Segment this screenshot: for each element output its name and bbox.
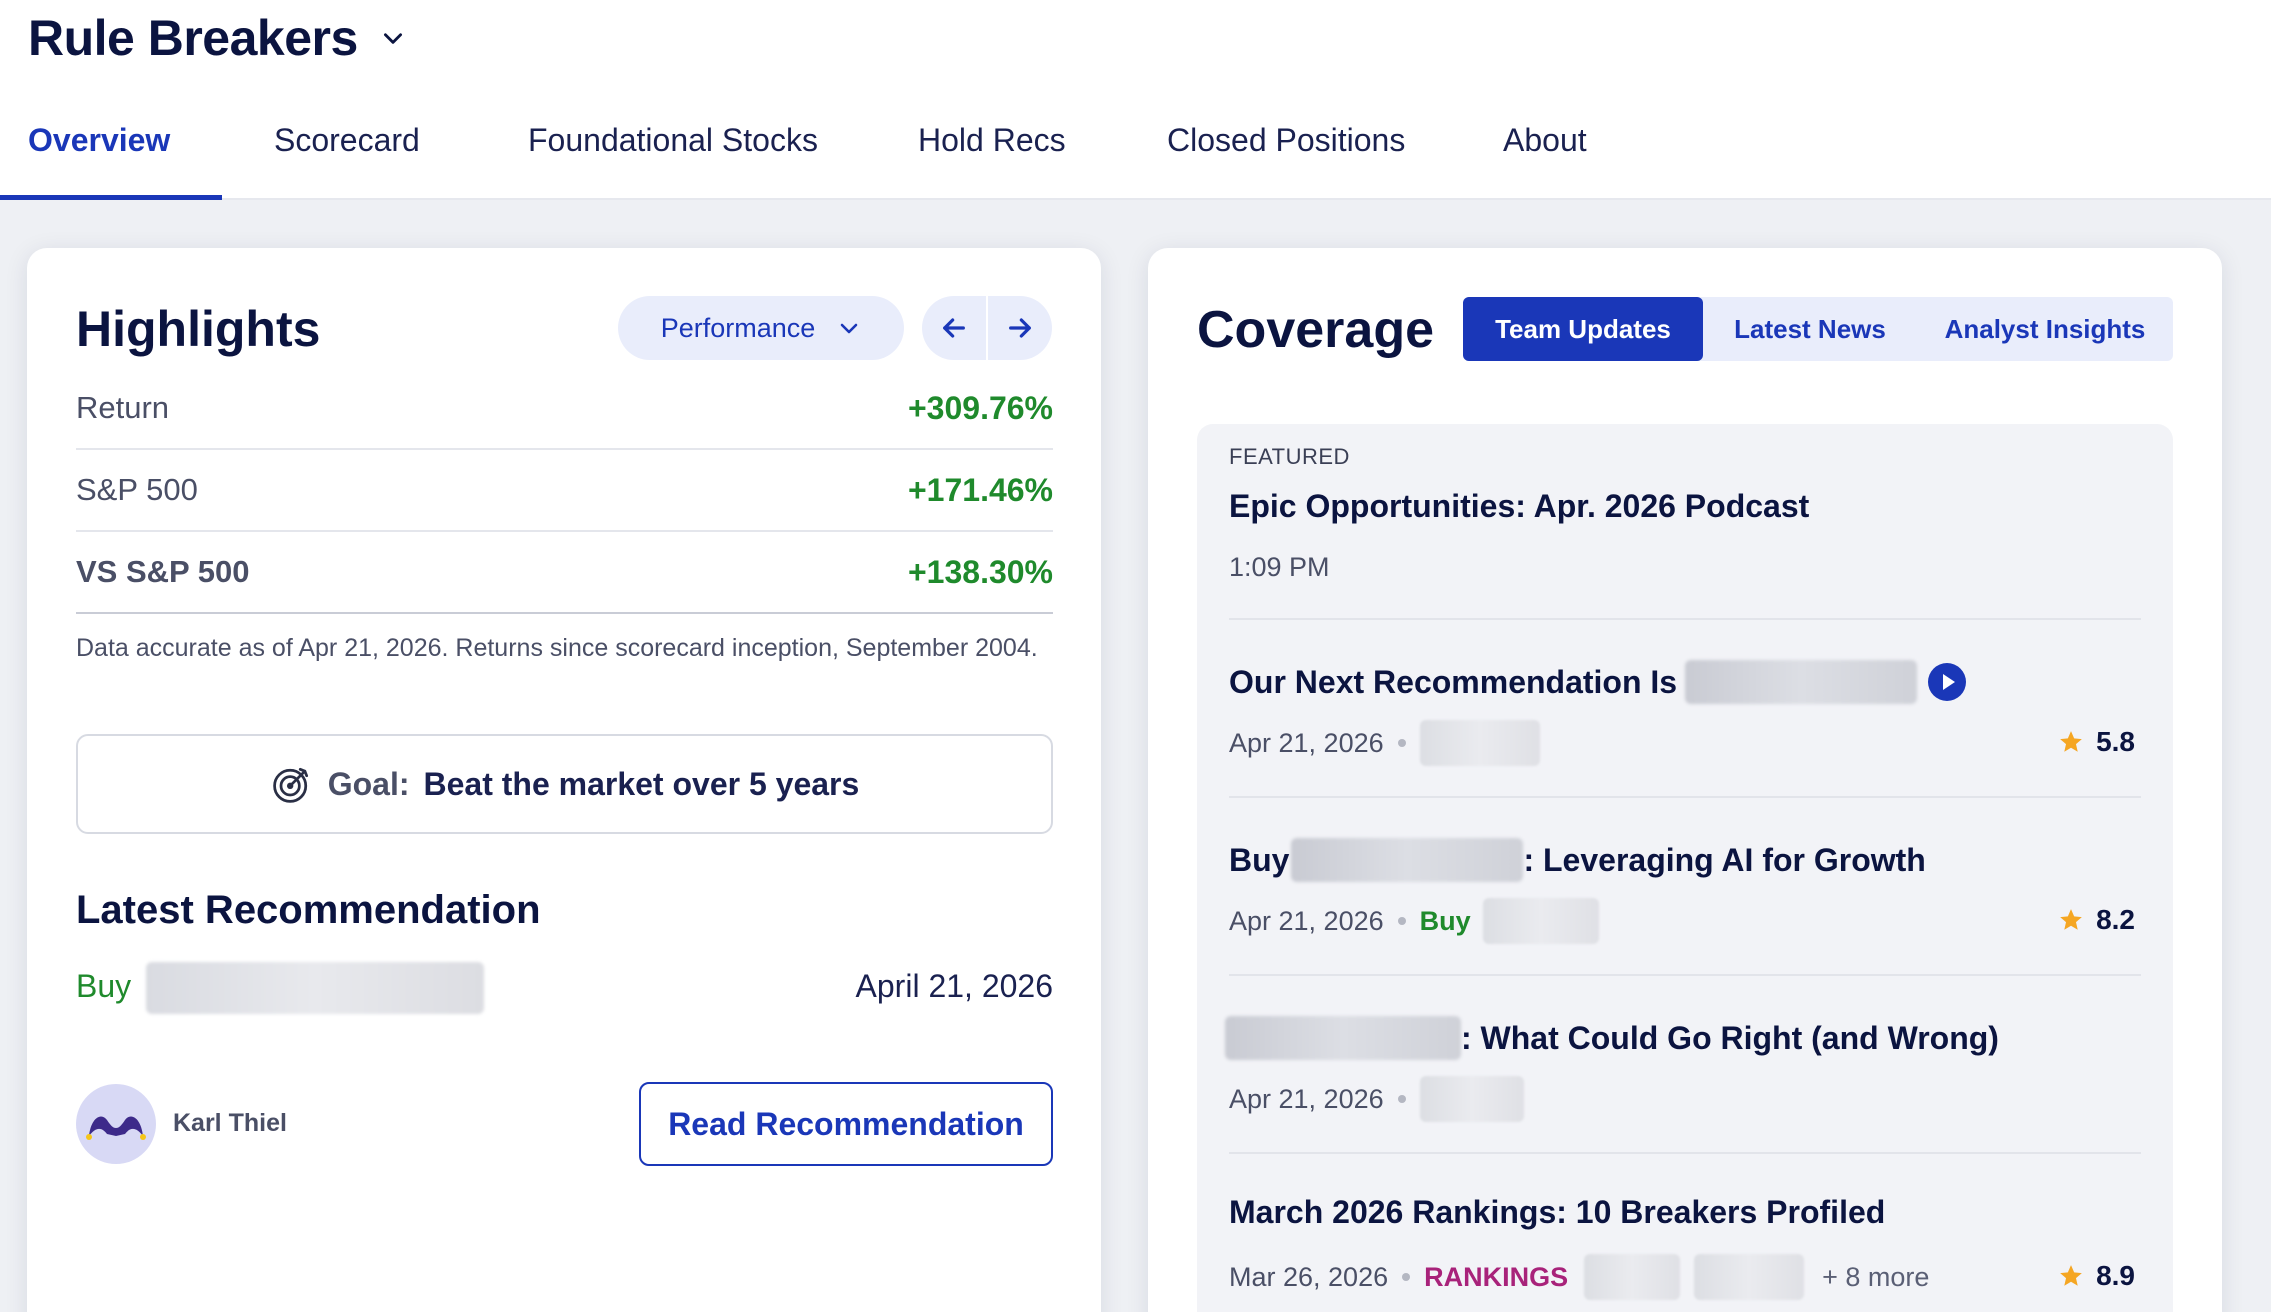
goal-banner: Goal: Beat the market over 5 years [76,734,1053,834]
featured-item[interactable]: FEATURED Epic Opportunities: Apr. 2026 P… [1229,424,2141,620]
redacted-ticker [1694,1254,1805,1300]
play-icon[interactable] [1927,662,1967,702]
tab-foundational-stocks[interactable]: Foundational Stocks [528,110,818,200]
item-meta: Mar 26, 2026 RANKINGS + 8 more [1229,1254,1929,1300]
item-title[interactable]: : What Could Go Right (and Wrong) [1225,1016,1999,1060]
stat-row-sp500: S&P 500 +171.46% [76,450,1053,532]
redacted-ticker [1482,898,1599,944]
item-date: Apr 21, 2026 [1229,1083,1384,1114]
item-title-prefix: Buy [1229,841,1290,878]
redacted-company [1291,838,1524,882]
redacted-ticker [1419,1076,1524,1122]
stat-label: S&P 500 [76,472,198,507]
app-header: Rule Breakers Overview Scorecard Foundat… [0,0,2271,200]
brand-switcher[interactable]: Rule Breakers [28,8,406,68]
highlights-title: Highlights [76,301,321,357]
coverage-tabs: Team Updates Latest News Analyst Insight… [1463,297,2173,361]
more-tickers-link[interactable]: + 8 more [1822,1262,1929,1293]
read-recommendation-button[interactable]: Read Recommendation [639,1082,1053,1166]
redacted-ticker [1419,720,1540,766]
tab-hold-recs[interactable]: Hold Recs [918,110,1066,200]
goal-text: Beat the market over 5 years [423,765,860,802]
item-meta: Apr 21, 2026 [1229,720,1540,766]
rating-value: 5.8 [2096,726,2135,757]
item-title[interactable]: March 2026 Rankings: 10 Breakers Profile… [1229,1194,1885,1231]
coverage-card: Coverage Team Updates Latest News Analys… [1148,248,2222,1312]
item-title[interactable]: Epic Opportunities: Apr. 2026 Podcast [1229,488,1809,525]
tab-team-updates[interactable]: Team Updates [1463,297,1703,361]
star-icon [2058,1263,2084,1289]
meta-separator [1397,1095,1406,1103]
stat-label: Return [76,390,170,425]
tab-about[interactable]: About [1503,110,1587,200]
redacted-ticker [146,962,484,1014]
item-meta: Apr 21, 2026 Buy [1229,898,1599,944]
item-title-suffix: : What Could Go Right (and Wrong) [1461,1019,1999,1056]
item-tag-buy[interactable]: Buy [1420,906,1471,937]
target-icon [270,762,314,806]
author-name[interactable]: Karl Thiel [173,1109,287,1138]
star-icon [2058,907,2084,933]
rating-value: 8.9 [2096,1260,2135,1291]
list-item[interactable]: Buy : Leveraging AI for Growth Apr 21, 2… [1229,798,2141,976]
star-icon [2058,729,2084,755]
redacted-company [1685,660,1918,704]
item-title[interactable]: Buy : Leveraging AI for Growth [1229,838,1926,882]
item-rating: 8.2 [2058,904,2135,936]
tab-scorecard[interactable]: Scorecard [274,110,420,200]
item-date: Apr 21, 2026 [1229,727,1384,758]
item-rating: 8.9 [2058,1260,2135,1292]
tab-analyst-insights[interactable]: Analyst Insights [1917,297,2173,361]
recommendation-action: Buy [76,968,132,1004]
recommendation-date: April 21, 2026 [855,968,1053,1004]
chevron-down-icon[interactable] [380,25,406,51]
list-item[interactable]: March 2026 Rankings: 10 Breakers Profile… [1229,1154,2141,1312]
stat-row-vs-sp500: VS S&P 500 +138.30% [76,532,1053,614]
data-accuracy-note: Data accurate as of Apr 21, 2026. Return… [76,634,1038,662]
item-title[interactable]: Our Next Recommendation Is [1229,660,1967,704]
item-time-text: 1:09 PM [1229,552,1330,582]
tab-closed-positions[interactable]: Closed Positions [1167,110,1405,200]
meta-separator [1397,739,1406,747]
list-item[interactable]: : What Could Go Right (and Wrong) Apr 21… [1225,976,2141,1154]
stat-value: +171.46% [907,471,1053,508]
arrow-left-icon[interactable] [922,296,986,360]
latest-recommendation-title: Latest Recommendation [76,888,541,932]
avatar [76,1084,156,1164]
redacted-company [1225,1016,1461,1060]
tab-overview[interactable]: Overview [28,110,170,200]
meta-separator [1397,917,1406,925]
list-item[interactable]: Our Next Recommendation Is Apr 21, 2026 … [1229,620,2141,798]
performance-dropdown-label: Performance [660,312,816,343]
latest-recommendation-row: Buy April 21, 2026 [76,960,1053,1020]
item-date: Mar 26, 2026 [1229,1261,1389,1292]
rating-value: 8.2 [2096,904,2135,935]
highlights-card: Highlights Performance Return +309.76% S… [27,248,1101,1312]
item-meta: Apr 21, 2026 [1229,1076,1524,1122]
stat-value: +309.76% [907,389,1053,426]
item-date: Apr 21, 2026 [1229,905,1384,936]
meta-separator [1402,1273,1411,1281]
featured-tag: FEATURED [1229,444,1350,469]
item-time: 1:09 PM [1229,552,1330,583]
stat-value: +138.30% [907,553,1053,590]
tab-latest-news[interactable]: Latest News [1703,297,1917,361]
stat-row-return: Return +309.76% [76,368,1053,450]
item-title-suffix: : Leveraging AI for Growth [1523,841,1926,878]
performance-dropdown[interactable]: Performance [618,296,904,360]
item-title-text: Our Next Recommendation Is [1229,663,1678,700]
highlights-pager [922,296,1052,360]
stat-label: VS S&P 500 [76,554,250,589]
chevron-down-icon [837,316,861,340]
brand-title: Rule Breakers [28,10,358,66]
arrow-right-icon[interactable] [988,296,1052,360]
redacted-ticker [1584,1254,1681,1300]
goal-label: Goal: [327,765,410,802]
item-rating: 5.8 [2058,726,2135,758]
coverage-feed: FEATURED Epic Opportunities: Apr. 2026 P… [1197,424,2173,1312]
coverage-title: Coverage [1197,301,1434,359]
item-tag-rankings[interactable]: RANKINGS [1424,1262,1568,1293]
